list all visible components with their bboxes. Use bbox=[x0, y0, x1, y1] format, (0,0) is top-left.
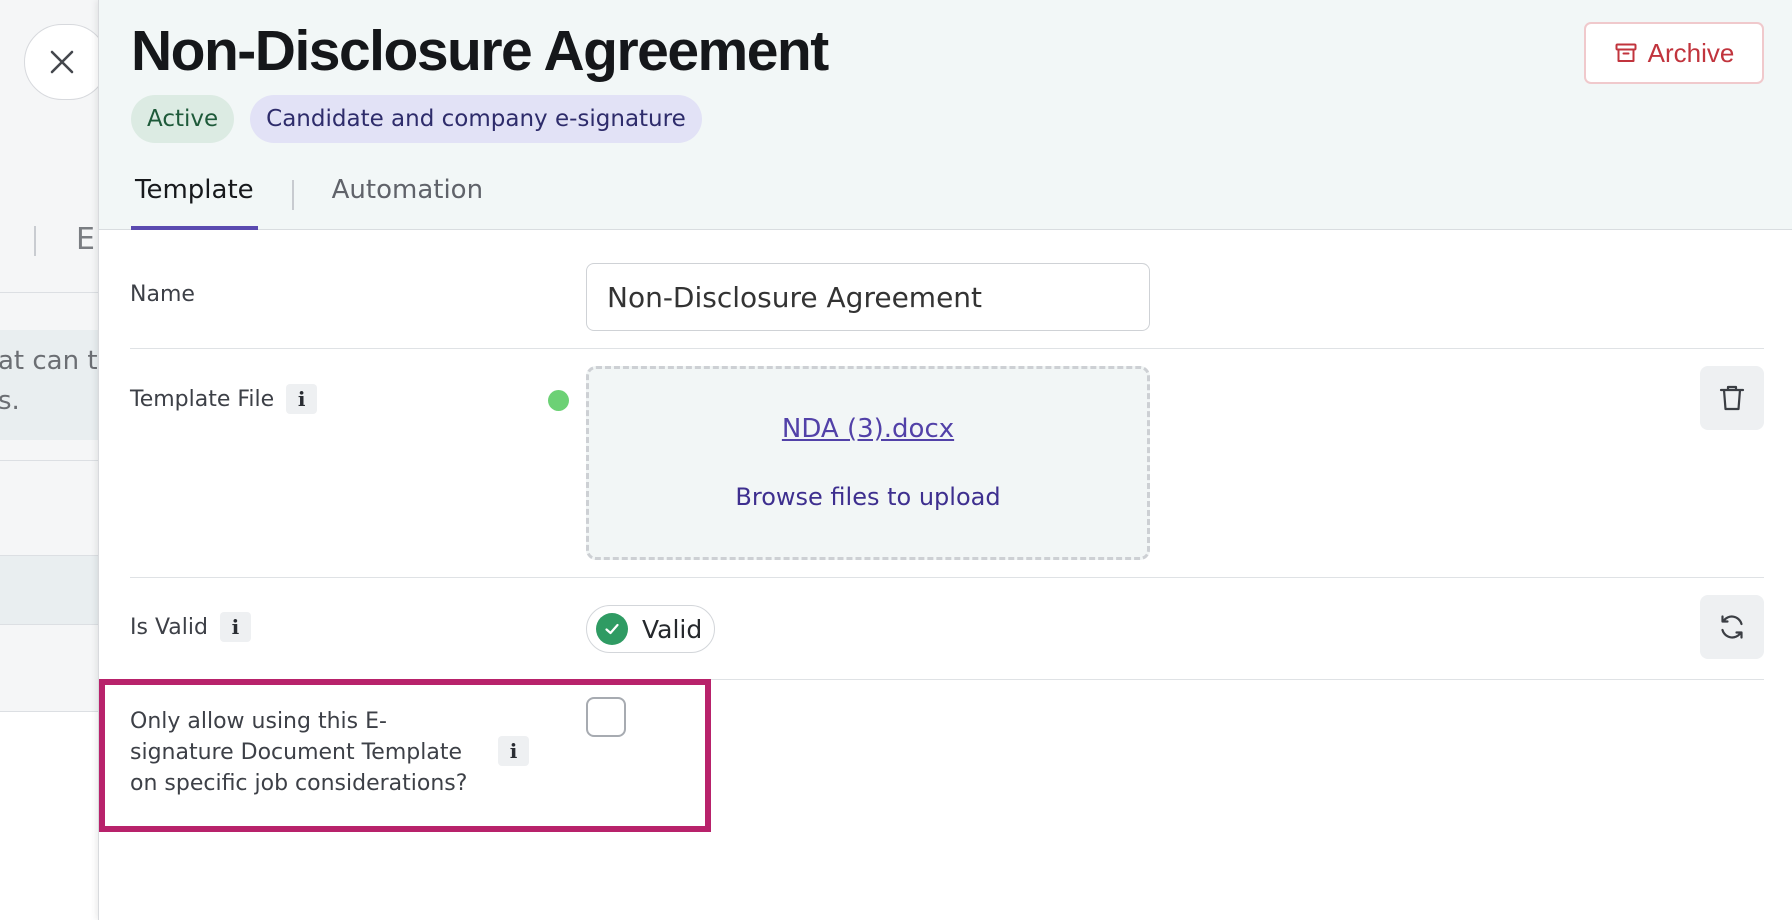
background-tab-divider bbox=[34, 226, 36, 256]
info-icon[interactable]: i bbox=[498, 736, 529, 766]
divider bbox=[130, 348, 1764, 349]
template-file-label-text: Template File bbox=[130, 386, 275, 412]
close-drawer-button[interactable] bbox=[24, 24, 108, 100]
delete-file-button[interactable] bbox=[1700, 366, 1764, 430]
tab-divider bbox=[291, 180, 294, 210]
divider bbox=[0, 460, 100, 461]
tab-template[interactable]: Template bbox=[131, 168, 258, 230]
tab-bar: Template Automation bbox=[131, 168, 487, 230]
template-file-label: Template File i bbox=[130, 384, 318, 414]
background-page: E at can th s. bbox=[0, 0, 100, 920]
background-callout: at can th s. bbox=[0, 330, 100, 440]
valid-status-badge: Valid bbox=[586, 605, 715, 653]
file-dropzone[interactable]: NDA (3).docx Browse files to upload bbox=[586, 366, 1150, 560]
tab-automation[interactable]: Automation bbox=[328, 168, 487, 230]
archive-button[interactable]: Archive bbox=[1584, 22, 1764, 84]
revalidate-button[interactable] bbox=[1700, 595, 1764, 659]
trash-icon bbox=[1719, 385, 1745, 411]
info-icon[interactable]: i bbox=[286, 384, 318, 414]
is-valid-label: Is Valid i bbox=[130, 612, 251, 642]
file-status-dot bbox=[548, 390, 569, 411]
restrict-to-jobs-checkbox[interactable] bbox=[586, 697, 626, 737]
badge-group: Active Candidate and company e-signature bbox=[131, 95, 702, 143]
name-input[interactable] bbox=[586, 263, 1150, 331]
close-icon bbox=[50, 50, 74, 74]
signature-type-badge: Candidate and company e-signature bbox=[250, 95, 702, 143]
background-callout-line: s. bbox=[0, 386, 20, 416]
valid-status-text: Valid bbox=[642, 614, 703, 644]
name-label-text: Name bbox=[130, 282, 195, 307]
browse-files-link[interactable]: Browse files to upload bbox=[589, 483, 1147, 511]
restrict-to-jobs-label: Only allow using this E-signature Docume… bbox=[130, 709, 468, 796]
check-circle-icon bbox=[596, 613, 628, 645]
name-label: Name bbox=[130, 282, 195, 307]
archive-box-icon bbox=[1615, 43, 1637, 62]
status-badge: Active bbox=[131, 95, 235, 143]
drawer-header: Non-Disclosure Agreement Active Candidat… bbox=[99, 0, 1792, 230]
background-callout-line: at can th bbox=[0, 346, 100, 376]
background-panel bbox=[0, 712, 100, 920]
divider bbox=[130, 577, 1764, 578]
background-row bbox=[0, 556, 100, 624]
is-valid-label-text: Is Valid bbox=[130, 614, 208, 640]
page-title: Non-Disclosure Agreement bbox=[131, 19, 829, 83]
refresh-icon bbox=[1721, 615, 1743, 639]
archive-button-label: Archive bbox=[1647, 37, 1735, 68]
divider bbox=[0, 624, 100, 625]
background-tab-label: E bbox=[76, 222, 95, 257]
divider bbox=[0, 292, 100, 293]
info-icon[interactable]: i bbox=[219, 612, 251, 642]
uploaded-file-link[interactable]: NDA (3).docx bbox=[589, 414, 1147, 444]
